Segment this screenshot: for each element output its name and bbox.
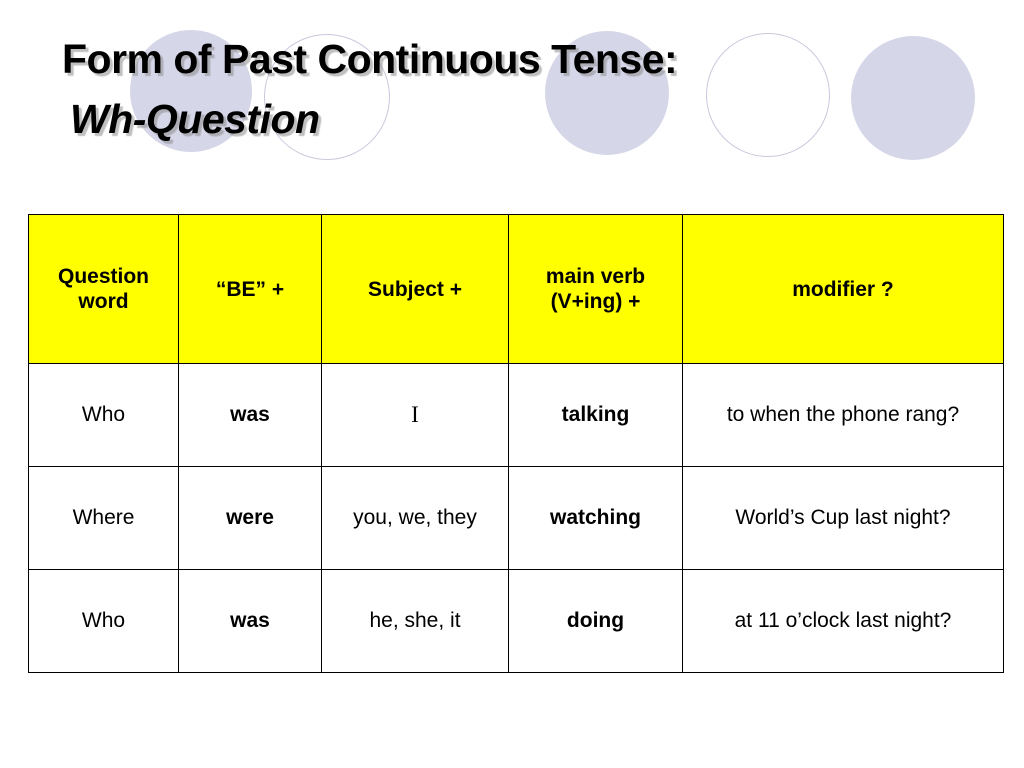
column-header-question-word: Question word (28, 214, 179, 364)
cell-main-verb: doing (508, 569, 683, 673)
column-header-question-word-line-1: Question (57, 265, 149, 288)
table-header-row: Question word “BE” + Subject + main verb… (28, 214, 1004, 364)
cell-be: was (178, 363, 322, 467)
decorative-circle-5 (851, 36, 975, 160)
cell-subject: he, she, it (321, 569, 509, 673)
slide-title-line-2: Wh-Question (70, 96, 320, 142)
column-header-be-line-1: “BE” + (215, 277, 285, 301)
table-row: Where were you, we, they watching World’… (28, 466, 1004, 570)
slide-title-line-1: Form of Past Continuous Tense: (62, 36, 678, 82)
decorative-circle-band (0, 0, 1024, 185)
cell-modifier: at 11 o’clock last night? (682, 569, 1004, 673)
cell-main-verb: watching (508, 466, 683, 570)
cell-subject: you, we, they (321, 466, 509, 570)
cell-be: were (178, 466, 322, 570)
column-header-subject: Subject + (321, 214, 509, 364)
table-row: Who was I talking to when the phone rang… (28, 363, 1004, 467)
cell-modifier: to when the phone rang? (682, 363, 1004, 467)
column-header-main-verb: main verb (V+ing) + (508, 214, 683, 364)
cell-main-verb: talking (508, 363, 683, 467)
cell-question-word: Where (28, 466, 179, 570)
table-row: Who was he, she, it doing at 11 o’clock … (28, 569, 1004, 673)
cell-be: was (178, 569, 322, 673)
column-header-modifier: modifier ? (682, 214, 1004, 364)
decorative-circle-4 (706, 33, 830, 157)
cell-modifier: World’s Cup last night? (682, 466, 1004, 570)
column-header-be: “BE” + (178, 214, 322, 364)
past-continuous-wh-question-table: Question word “BE” + Subject + main verb… (28, 214, 1004, 673)
cell-subject: I (321, 363, 509, 467)
column-header-question-word-line-2: word (78, 290, 129, 313)
column-header-subject-line-1: Subject + (368, 277, 462, 301)
column-header-modifier-line-1: modifier ? (792, 277, 894, 301)
column-header-main-verb-line-1: main verb (545, 265, 646, 288)
column-header-main-verb-line-2: (V+ing) + (550, 290, 641, 313)
cell-question-word: Who (28, 363, 179, 467)
cell-question-word: Who (28, 569, 179, 673)
